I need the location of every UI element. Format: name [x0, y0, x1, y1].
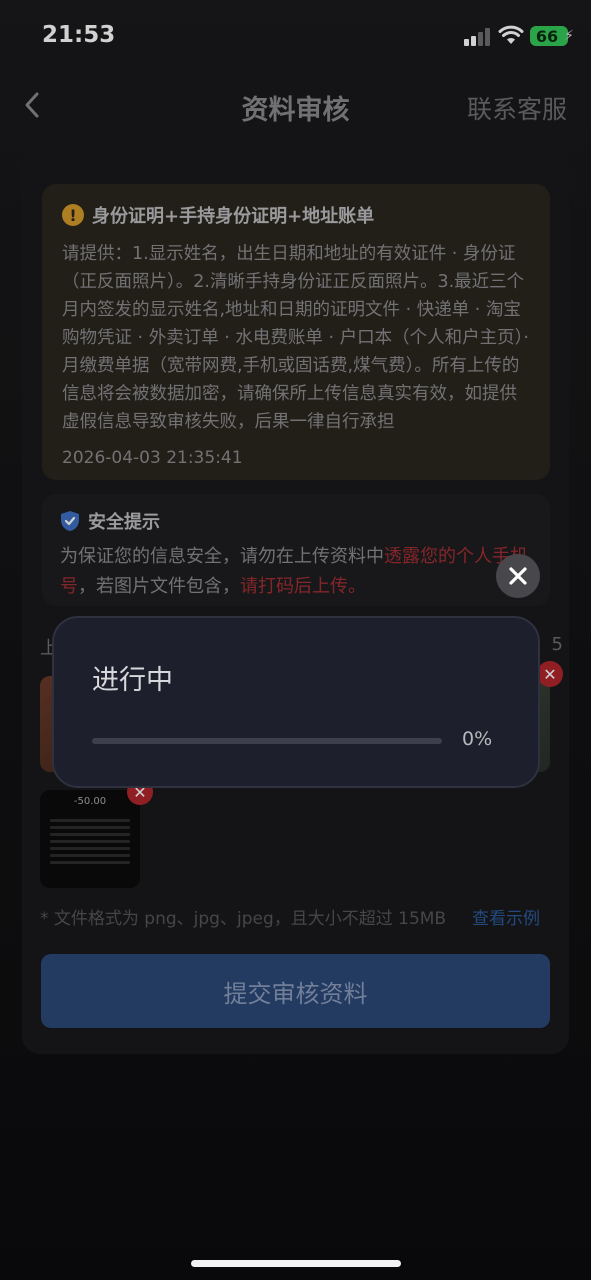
progress-text: 0%: [462, 728, 493, 750]
progress-bar: [92, 738, 442, 744]
close-icon: [509, 567, 527, 585]
progress-dialog: 进行中 0%: [52, 616, 540, 788]
dialog-title: 进行中: [92, 665, 173, 696]
screen: 21:53 66 ⚡ 资料审核 联系客服 ! 身份证明+手持身份证明+地址账单 …: [0, 0, 591, 1280]
close-button[interactable]: [496, 554, 540, 598]
home-indicator: [191, 1260, 401, 1267]
